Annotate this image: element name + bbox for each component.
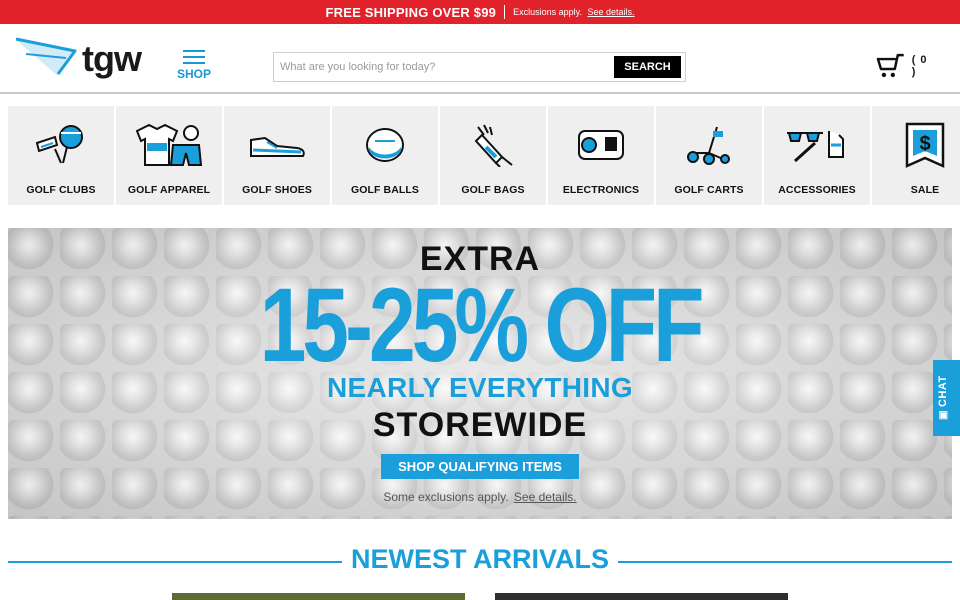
arrival-card-image[interactable] <box>495 593 788 600</box>
category-electronics[interactable]: ELECTRONICS <box>548 106 654 205</box>
shop-label: SHOP <box>176 67 211 81</box>
free-shipping-text: FREE SHIPPING OVER $99 <box>325 4 497 20</box>
cart-count: ( 0 ) <box>911 54 928 78</box>
golf-cart-icon <box>656 122 762 168</box>
category-golf-carts[interactable]: GOLF CARTS <box>656 106 762 205</box>
shop-menu-button[interactable]: SHOP <box>176 50 212 86</box>
hero-banner[interactable]: EXTRA 15-25% OFF NEARLY EVERYTHING STORE… <box>8 228 952 519</box>
accessories-icon <box>764 122 870 168</box>
category-label: GOLF APPAREL <box>127 184 211 196</box>
golf-ball-icon <box>332 122 438 168</box>
category-golf-balls[interactable]: GOLF BALLS <box>332 106 438 205</box>
category-golf-shoes[interactable]: GOLF SHOES <box>224 106 330 205</box>
hamburger-icon <box>183 50 205 64</box>
search-bar: SEARCH <box>273 52 686 82</box>
search-button[interactable]: SEARCH <box>614 56 681 78</box>
newest-arrivals-section: NEWEST ARRIVALS <box>8 544 952 578</box>
newest-arrivals-title: NEWEST ARRIVALS <box>350 544 609 574</box>
category-accessories[interactable]: ACCESSORIES <box>764 106 870 205</box>
sale-tag-icon: $ <box>872 122 960 168</box>
hero-storewide-text: STOREWIDE <box>372 406 588 444</box>
hero-exclusions-text: Some exclusions apply. <box>383 490 509 504</box>
promo-divider <box>504 5 506 19</box>
cart-icon <box>876 53 904 78</box>
category-label: ELECTRONICS <box>562 184 640 196</box>
shop-qualifying-items-button[interactable]: SHOP QUALIFYING ITEMS <box>381 454 579 479</box>
logo-swoosh-icon <box>15 37 77 76</box>
svg-text:$: $ <box>919 133 930 155</box>
hero-nearly-everything-text: NEARLY EVERYTHING <box>327 372 633 403</box>
category-label: GOLF SHOES <box>242 184 312 196</box>
tgw-logo[interactable]: tgw <box>14 36 144 80</box>
promo-bar: FREE SHIPPING OVER $99 Exclusions apply.… <box>0 0 960 24</box>
golf-shoe-icon <box>224 122 330 168</box>
category-golf-clubs[interactable]: GOLF CLUBS <box>8 106 114 205</box>
rangefinder-icon <box>548 122 654 168</box>
hero-see-details-link[interactable]: See details. <box>514 490 577 504</box>
category-label: ACCESSORIES <box>778 184 856 196</box>
site-header: tgw SHOP SEARCH ( 0 ) <box>0 24 960 94</box>
arrival-card-image[interactable] <box>172 593 465 600</box>
category-label: GOLF CARTS <box>674 184 744 196</box>
category-label: GOLF BAGS <box>461 184 525 196</box>
chat-label: CHAT <box>937 375 949 420</box>
logo-text: tgw <box>82 38 142 79</box>
exclusions-text: Exclusions apply. <box>513 7 582 17</box>
hero-discount-text: 15-25% OFF <box>259 265 705 384</box>
category-label: GOLF CLUBS <box>26 184 96 196</box>
cart-button[interactable]: ( 0 ) <box>876 52 936 80</box>
promo-note: Exclusions apply. See details. <box>513 7 634 17</box>
category-golf-bags[interactable]: GOLF BAGS <box>440 106 546 205</box>
category-label: GOLF BALLS <box>350 184 420 196</box>
golf-clubs-icon <box>8 122 114 168</box>
page: FREE SHIPPING OVER $99 Exclusions apply.… <box>0 0 960 600</box>
category-golf-apparel[interactable]: GOLF APPAREL <box>116 106 222 205</box>
golf-apparel-icon <box>116 122 222 168</box>
category-nav: GOLF CLUBS GOLF APPAREL GOLF SHOES GOLF … <box>8 106 960 205</box>
category-label: SALE <box>910 184 940 196</box>
category-sale[interactable]: $ SALE <box>872 106 960 205</box>
hero-exclusions: Some exclusions apply. See details. <box>8 490 952 504</box>
chat-button[interactable]: CHAT <box>933 360 960 436</box>
golf-bag-icon <box>440 122 546 168</box>
see-details-link[interactable]: See details. <box>587 7 634 17</box>
search-input[interactable] <box>280 58 610 76</box>
